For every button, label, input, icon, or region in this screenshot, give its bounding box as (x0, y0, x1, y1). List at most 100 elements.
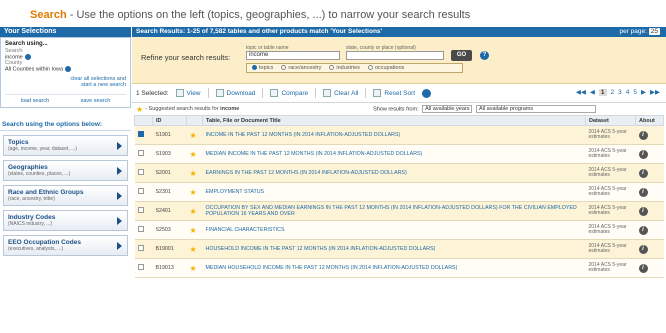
table-row[interactable]: S2301 ★ EMPLOYMENT STATUS 2014 ACS 5-year e… (134, 182, 664, 202)
table-row[interactable]: S1901 ★ INCOME IN THE PAST 12 MONTHS (IN 2… (134, 125, 664, 145)
option-title: Industry Codes (8, 213, 56, 221)
table-row[interactable]: S2503 ★ FINANCIAL CHARACTERISTICS 2014 ACS … (134, 220, 664, 240)
row-title-link[interactable]: FINANCIAL CHARACTERISTICS (202, 220, 586, 240)
row-checkbox[interactable] (137, 169, 144, 175)
info-icon[interactable]: i (638, 206, 648, 216)
row-about-cell: i (635, 201, 664, 221)
clear-all-button[interactable]: Clear All (323, 89, 358, 97)
programs-select[interactable]: All available programs (476, 105, 596, 113)
page-link[interactable]: 4 (626, 89, 630, 96)
option-subtitle: (age, income, year, dataset, ...) (8, 145, 77, 152)
place-search-input[interactable] (346, 51, 444, 60)
radio-topics[interactable]: topics (252, 65, 273, 71)
row-star-cell: ★ (186, 163, 203, 183)
row-title-link[interactable]: EMPLOYMENT STATUS (202, 182, 586, 202)
option-industry-codes[interactable]: Industry Codes (NAICS industry, ...) (3, 209, 128, 231)
info-icon[interactable]: i (638, 244, 648, 254)
row-title-link[interactable]: HOUSEHOLD INCOME IN THE PAST 12 MONTHS (… (202, 239, 586, 259)
row-checkbox[interactable] (137, 188, 144, 194)
search-type-radio-group: topics race/ancestry industries occupati… (246, 63, 463, 73)
radio-label: industries (336, 65, 360, 71)
table-row[interactable]: S1903 ★ MEDIAN INCOME IN THE PAST 12 MONTH… (134, 144, 664, 164)
download-button[interactable]: Download (215, 89, 255, 97)
radio-occupations[interactable]: occupations (367, 65, 404, 71)
search-actions: load search save search (5, 93, 126, 104)
option-topics[interactable]: Topics (age, income, year, dataset, ...) (3, 134, 128, 156)
radio-industries[interactable]: industries (329, 65, 360, 71)
col-about: About (635, 115, 664, 126)
option-title: EEO Occupation Codes (8, 238, 81, 246)
left-panel: Your Selections Search using... Search i… (0, 27, 131, 333)
option-eeo-occupation[interactable]: EEO Occupation Codes (executives, analyst… (3, 234, 128, 256)
row-checkbox[interactable] (137, 150, 144, 156)
info-icon[interactable]: i (638, 263, 648, 273)
remove-search-icon[interactable] (24, 54, 31, 60)
compare-button[interactable]: Compare (270, 89, 308, 97)
header-search-word: Search (30, 9, 67, 21)
remove-county-icon[interactable] (65, 66, 72, 73)
col-dataset[interactable]: Dataset (585, 115, 636, 126)
page-link[interactable]: 3 (618, 89, 622, 96)
results-panel: Search Results: 1-25 of 7,582 tables and… (132, 27, 666, 333)
row-star-cell: ★ (186, 144, 203, 164)
info-icon[interactable]: i (638, 225, 648, 235)
years-select[interactable]: All available years (422, 105, 473, 113)
row-title-link[interactable]: MEDIAN INCOME IN THE PAST 12 MONTHS (IN … (202, 144, 586, 164)
row-title-link[interactable]: OCCUPATION BY SEX AND MEDIAN EARNINGS IN… (202, 201, 586, 221)
prev-page-icon[interactable]: ◀ (590, 88, 595, 96)
option-geographies[interactable]: Geographies (states, counties, places, ..… (3, 159, 128, 181)
info-icon[interactable]: i (638, 130, 648, 140)
table-row[interactable]: B19013 ★ MEDIAN HOUSEHOLD INCOME IN THE PA… (134, 258, 664, 278)
info-icon[interactable]: i (638, 168, 648, 178)
per-page-select[interactable]: 25 (648, 27, 660, 35)
page-link[interactable]: 5 (633, 89, 637, 96)
your-selections-title: Your Selections (0, 27, 131, 37)
results-header: Search Results: 1-25 of 7,582 tables and… (132, 27, 666, 37)
table-row[interactable]: S2401 ★ OCCUPATION BY SEX AND MEDIAN EARNI… (134, 201, 664, 221)
row-checkbox-cell (134, 163, 153, 183)
reset-sort-button[interactable]: Reset Sort (373, 89, 415, 97)
row-star-cell: ★ (186, 258, 203, 278)
row-dataset: 2014 ACS 5-year estimates (585, 220, 636, 240)
topic-search-input[interactable]: income (246, 51, 340, 60)
first-page-icon[interactable]: ◀◀ (576, 88, 586, 96)
row-dataset: 2014 ACS 5-year estimates (585, 163, 636, 183)
row-checkbox[interactable] (137, 245, 144, 251)
table-row[interactable]: S2001 ★ EARNINGS IN THE PAST 12 MONTHS (IN… (134, 163, 664, 183)
col-title[interactable]: Table, File or Document Title (202, 115, 586, 126)
results-toolbar: 1 Selected: View Download Compare Clear … (132, 84, 666, 103)
star-icon: ★ (189, 149, 197, 159)
last-page-icon[interactable]: ▶▶ (650, 88, 660, 96)
row-title-link[interactable]: MEDIAN HOUSEHOLD INCOME IN THE PAST 12 M… (202, 258, 586, 278)
row-about-cell: i (635, 182, 664, 202)
compare-label: Compare (281, 89, 309, 97)
row-dataset: 2014 ACS 5-year estimates (585, 125, 636, 145)
row-checkbox[interactable] (137, 207, 144, 213)
row-checkbox[interactable] (137, 226, 144, 232)
row-checkbox[interactable] (137, 264, 144, 270)
page-link-current[interactable]: 1 (598, 88, 607, 96)
toolbar-divider (207, 88, 209, 98)
col-id[interactable]: ID (152, 115, 187, 126)
next-page-icon[interactable]: ▶ (641, 88, 646, 96)
info-icon[interactable]: i (638, 187, 648, 197)
row-title-link[interactable]: EARNINGS IN THE PAST 12 MONTHS (IN 2014 … (202, 163, 586, 183)
row-title-link[interactable]: INCOME IN THE PAST 12 MONTHS (IN 2014 IN… (202, 125, 586, 145)
radio-race-ancestry[interactable]: race/ancestry (281, 65, 321, 71)
page-link[interactable]: 2 (611, 89, 615, 96)
radio-icon (367, 65, 373, 71)
info-icon[interactable]: i (638, 149, 648, 159)
clear-all-selections-link[interactable]: clear all selections and start a new sear… (5, 76, 126, 88)
help-icon[interactable]: ? (480, 51, 489, 60)
load-search-link[interactable]: load search (21, 98, 49, 104)
option-subtitle: (race, ancestry, tribe) (8, 195, 55, 202)
row-dataset: 2014 ACS 5-year estimates (585, 258, 636, 278)
save-search-link[interactable]: save search (81, 98, 111, 104)
row-checkbox[interactable] (137, 131, 144, 137)
option-race-ethnic[interactable]: Race and Ethnic Groups (race, ancestry, t… (3, 184, 128, 206)
toolbar-help-icon[interactable] (422, 88, 432, 98)
view-button[interactable]: View (175, 89, 201, 97)
arrow-right-icon (117, 166, 122, 175)
table-row[interactable]: B19001 ★ HOUSEHOLD INCOME IN THE PAST 12 M… (134, 239, 664, 259)
go-button[interactable]: GO (451, 50, 472, 61)
